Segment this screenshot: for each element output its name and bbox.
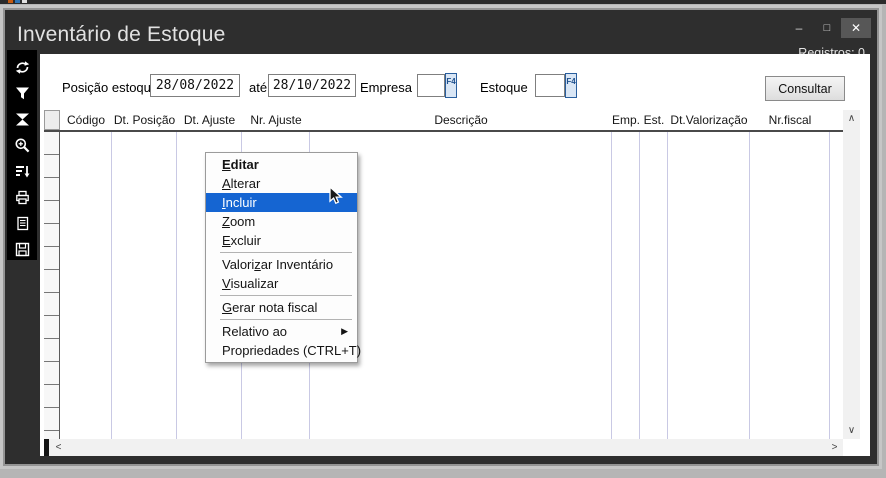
sort-icon[interactable] (11, 160, 33, 182)
print-icon[interactable] (11, 186, 33, 208)
desktop-artifact-dot (8, 0, 13, 3)
menu-item-zoom[interactable]: Zoom (206, 212, 357, 231)
grid-column-codigo (60, 132, 112, 439)
estoque-f4-lookup-button[interactable]: F4 (565, 73, 577, 98)
menu-item-editar[interactable]: Editar (206, 155, 357, 174)
desktop-artifact (0, 0, 886, 4)
grid-column-dt-posicao (112, 132, 177, 439)
posicao-to-input[interactable] (268, 74, 356, 97)
empresa-input[interactable] (417, 74, 445, 97)
empresa-label: Empresa (360, 80, 412, 95)
scroll-left-icon[interactable]: < (50, 439, 67, 456)
refresh-icon[interactable] (11, 56, 33, 78)
screen: Inventário de Estoque – □ ✕ Registros: 0 (0, 0, 886, 478)
submenu-arrow-icon: ▶ (341, 326, 348, 337)
ate-label: até (249, 80, 267, 95)
menu-separator (220, 252, 352, 253)
column-header-dt-ajuste[interactable]: Dt. Ajuste (177, 110, 242, 130)
minimize-button[interactable]: – (785, 18, 813, 38)
title-bar[interactable]: Inventário de Estoque (5, 10, 877, 50)
grid-column-dt-valorizacao (668, 132, 750, 439)
menu-item-excluir[interactable]: Excluir (206, 231, 357, 250)
column-header-emp[interactable]: Emp. (612, 110, 640, 130)
maximize-button[interactable]: □ (813, 18, 841, 38)
filter-icon[interactable] (11, 82, 33, 104)
desktop-artifact-dot (15, 0, 20, 3)
estoque-input[interactable] (535, 74, 565, 97)
grid-column-filler (830, 132, 843, 439)
app-window: Inventário de Estoque – □ ✕ Registros: 0 (5, 10, 877, 464)
consultar-button[interactable]: Consultar (765, 76, 845, 101)
grid-header: Código Dt. Posição Dt. Ajuste Nr. Ajuste… (44, 110, 843, 132)
scroll-right-icon[interactable]: > (826, 439, 843, 456)
grid-column-emp (612, 132, 640, 439)
estoque-label: Estoque (480, 80, 528, 95)
horizontal-scrollbar[interactable]: < > (44, 439, 843, 456)
vertical-scrollbar[interactable]: ∧ ∨ (843, 110, 860, 439)
column-header-filler (830, 110, 843, 130)
menu-item-valorizar-inventario[interactable]: Valorizar Inventário (206, 255, 357, 274)
grid-column-nr-fiscal (750, 132, 830, 439)
report-icon[interactable] (11, 212, 33, 234)
column-header-nr-ajuste[interactable]: Nr. Ajuste (242, 110, 310, 130)
menu-item-visualizar[interactable]: Visualizar (206, 274, 357, 293)
row-indicator-header (44, 110, 60, 130)
posicao-from-input[interactable] (150, 74, 240, 97)
menu-separator (220, 295, 352, 296)
grid-column-est (640, 132, 668, 439)
left-toolbar (7, 50, 37, 260)
menu-item-relativo-ao[interactable]: Relativo ao ▶ (206, 322, 357, 341)
context-menu: Editar Alterar Incluir Zoom Excluir Valo… (205, 152, 358, 363)
save-icon[interactable] (11, 238, 33, 260)
column-header-dt-posicao[interactable]: Dt. Posição (112, 110, 177, 130)
scroll-up-icon[interactable]: ∧ (843, 110, 860, 127)
close-button[interactable]: ✕ (841, 18, 871, 38)
mouse-cursor-icon (329, 186, 344, 211)
menu-separator (220, 319, 352, 320)
window-controls: – □ ✕ (785, 18, 871, 38)
row-indicator-column (44, 132, 60, 439)
column-header-dt-valorizacao[interactable]: Dt.Valorização (668, 110, 750, 130)
empresa-f4-lookup-button[interactable]: F4 (445, 73, 457, 98)
content-panel: Posição estoque até Empresa F4 Estoque F… (40, 54, 870, 456)
column-header-est[interactable]: Est. (640, 110, 668, 130)
clear-filter-icon[interactable] (11, 108, 33, 130)
menu-item-propriedades[interactable]: Propriedades (CTRL+T) (206, 341, 357, 360)
scroll-down-icon[interactable]: ∨ (843, 422, 860, 439)
posicao-estoque-label: Posição estoque (62, 80, 158, 95)
zoom-icon[interactable] (11, 134, 33, 156)
column-header-descricao[interactable]: Descrição (310, 110, 612, 130)
inventory-grid: Código Dt. Posição Dt. Ajuste Nr. Ajuste… (44, 110, 860, 456)
window-title: Inventário de Estoque (17, 23, 226, 47)
column-header-nr-fiscal[interactable]: Nr.fiscal (750, 110, 830, 130)
menu-item-gerar-nota-fiscal[interactable]: Gerar nota fiscal (206, 298, 357, 317)
desktop-artifact-dot (22, 0, 27, 3)
horizontal-scrollbar-thumb[interactable] (44, 439, 49, 456)
grid-body[interactable] (44, 132, 843, 439)
column-header-codigo[interactable]: Código (60, 110, 112, 130)
